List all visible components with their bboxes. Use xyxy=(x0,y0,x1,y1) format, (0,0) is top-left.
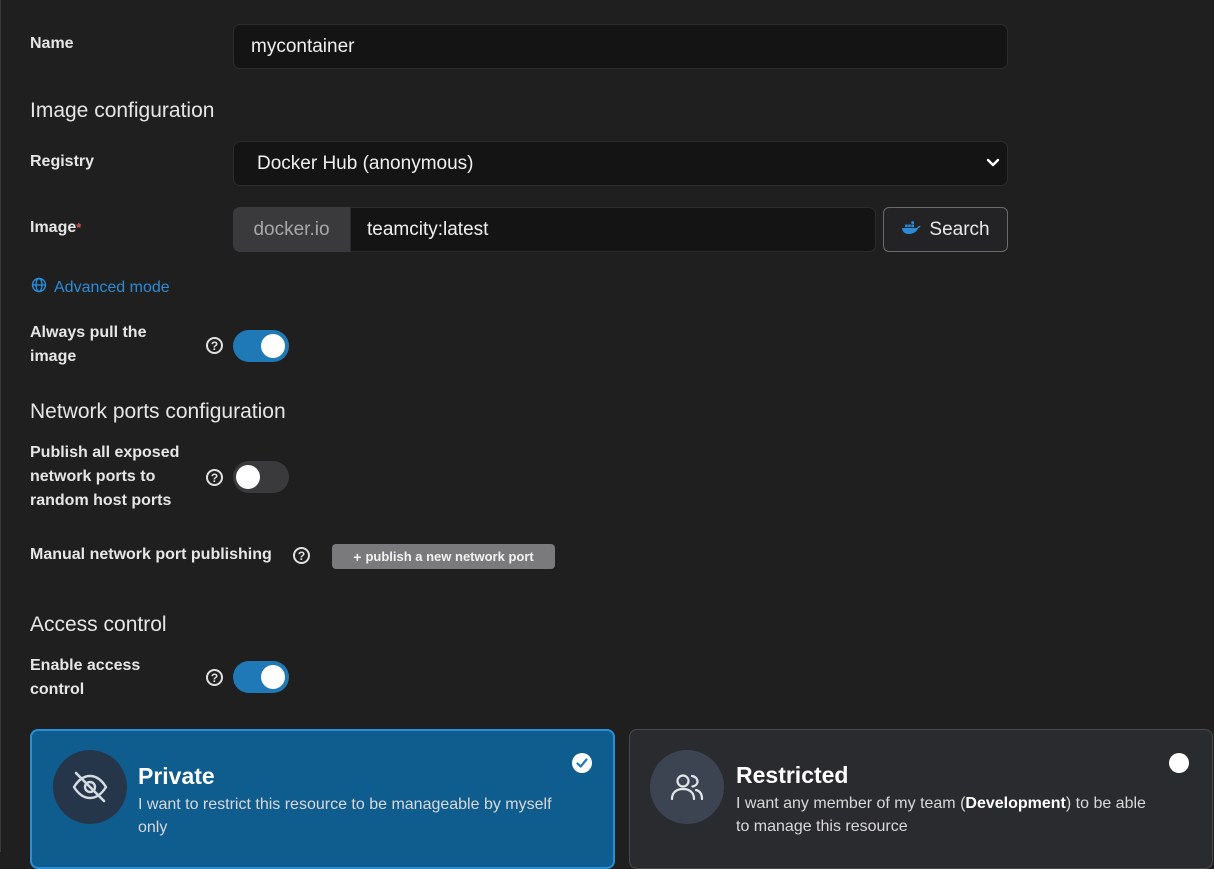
help-icon[interactable]: ? xyxy=(206,669,223,686)
image-config-heading: Image configuration xyxy=(30,99,215,122)
card-desc-restricted-line2: to manage this resource xyxy=(736,818,908,835)
image-value: teamcity:latest xyxy=(367,218,489,240)
publish-all-line2: network ports to xyxy=(30,468,156,485)
name-input[interactable]: mycontainer xyxy=(233,24,1008,69)
card-title-restricted: Restricted xyxy=(736,762,849,788)
network-heading: Network ports configuration xyxy=(30,400,286,423)
manual-publishing-label: Manual network port publishing xyxy=(30,546,272,563)
chevron-down-icon xyxy=(985,154,1001,176)
enable-access-label: Enable access control xyxy=(30,654,140,702)
toggle-knob xyxy=(261,334,285,358)
always-pull-label-line2: image xyxy=(30,348,77,365)
always-pull-label-line1: Always pull the xyxy=(30,324,147,341)
access-option-restricted[interactable]: Restricted I want any member of my team … xyxy=(629,729,1213,869)
toggle-knob xyxy=(236,465,260,489)
publish-new-port-label: publish a new network port xyxy=(365,549,534,564)
help-icon[interactable]: ? xyxy=(206,469,223,486)
advanced-mode-link[interactable]: Advanced mode xyxy=(31,277,170,298)
help-icon[interactable]: ? xyxy=(293,547,310,564)
publish-all-line1: Publish all exposed xyxy=(30,444,180,461)
enable-access-toggle[interactable] xyxy=(233,661,289,693)
globe-icon xyxy=(31,277,47,298)
card-desc-private: I want to restrict this resource to be m… xyxy=(138,793,552,839)
image-label: Image* xyxy=(30,216,81,240)
enable-access-line2: control xyxy=(30,681,85,698)
card-desc-restricted: I want any member of my team (Developmen… xyxy=(736,792,1146,838)
toggle-knob xyxy=(261,665,285,689)
required-marker: * xyxy=(76,220,82,235)
card-desc-private-line1: I want to restrict this resource to be m… xyxy=(138,796,552,813)
image-label-text: Image xyxy=(30,219,77,236)
card-desc-restricted-line1: I want any member of my team (Developmen… xyxy=(736,792,1146,815)
publish-all-toggle[interactable] xyxy=(233,461,289,493)
radio-unselected[interactable] xyxy=(1169,753,1189,773)
registry-select[interactable]: Docker Hub (anonymous) xyxy=(233,141,1008,186)
search-button[interactable]: Search xyxy=(883,207,1008,252)
name-value: mycontainer xyxy=(251,35,355,57)
publish-new-port-button[interactable]: + publish a new network port xyxy=(332,544,555,569)
check-icon xyxy=(572,753,592,773)
always-pull-label: Always pull the image xyxy=(30,321,146,369)
help-icon[interactable]: ? xyxy=(206,337,223,354)
publish-all-label: Publish all exposed network ports to ran… xyxy=(30,441,179,513)
publish-all-line3: random host ports xyxy=(30,492,172,509)
search-button-label: Search xyxy=(929,218,990,240)
access-heading: Access control xyxy=(30,613,167,636)
team-name: Development xyxy=(965,795,1066,812)
always-pull-toggle[interactable] xyxy=(233,330,289,362)
enable-access-line1: Enable access xyxy=(30,657,141,674)
advanced-mode-label: Advanced mode xyxy=(54,278,170,296)
registry-value: Docker Hub (anonymous) xyxy=(257,152,474,174)
image-input[interactable]: teamcity:latest xyxy=(350,207,876,252)
eye-slash-icon xyxy=(53,750,127,824)
plus-icon: + xyxy=(353,548,362,565)
container-form: Name mycontainer Image configuration Reg… xyxy=(0,0,1214,869)
card-desc-private-line2: only xyxy=(138,819,168,836)
docker-whale-icon xyxy=(901,219,921,241)
card-title-private: Private xyxy=(138,763,215,789)
registry-label: Registry xyxy=(30,153,95,170)
access-option-private[interactable]: Private I want to restrict this resource… xyxy=(30,729,615,869)
card-desc-restricted-text-a: I want any member of my team ( xyxy=(736,795,966,812)
users-icon xyxy=(650,750,724,824)
name-label: Name xyxy=(30,35,74,52)
image-registry-prefix: docker.io xyxy=(233,207,350,252)
card-desc-restricted-text-b: ) to be able xyxy=(1065,795,1146,812)
